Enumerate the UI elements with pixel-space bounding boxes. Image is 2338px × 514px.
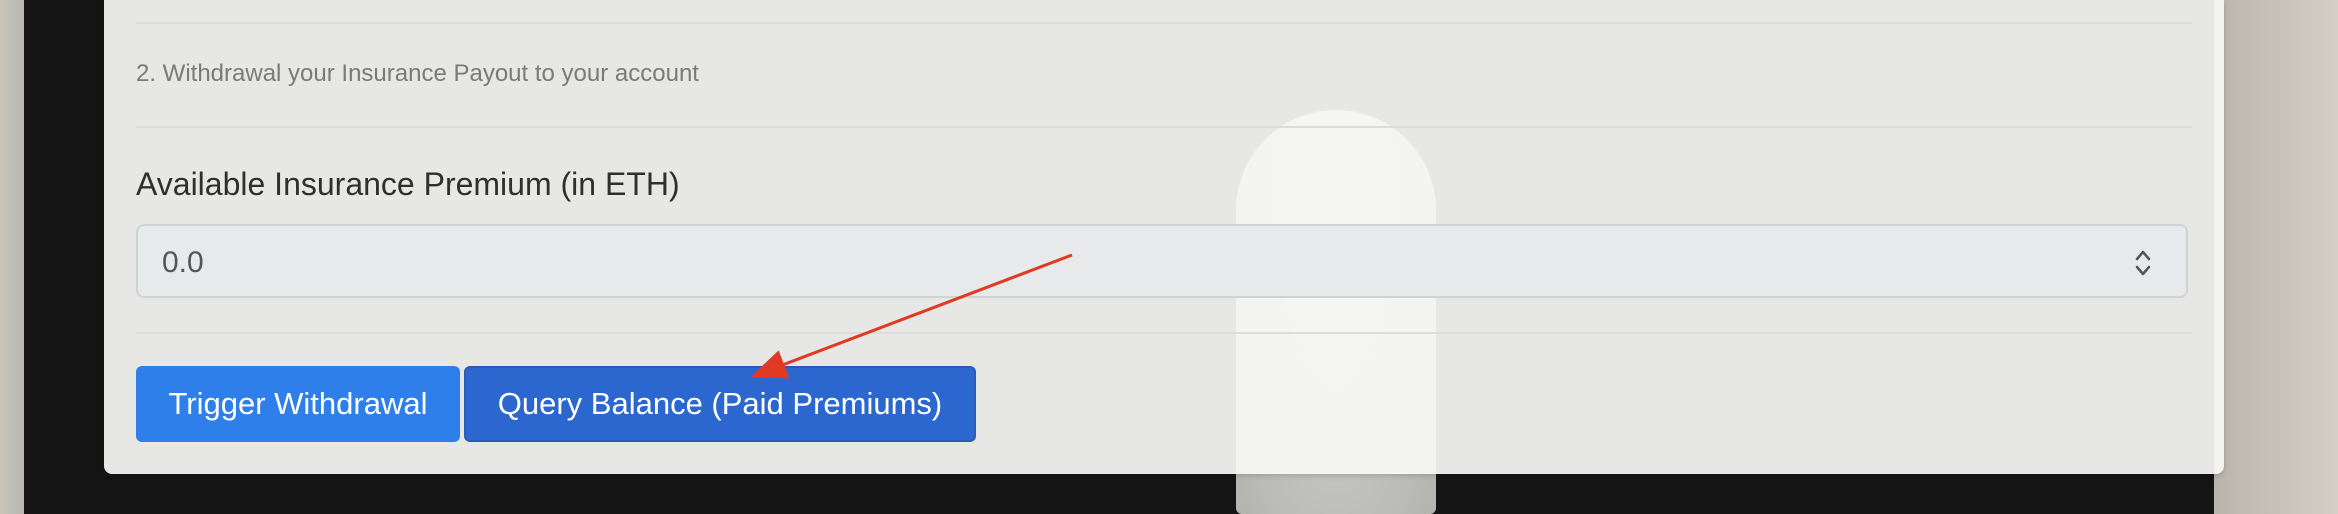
premium-value: 0.0	[162, 246, 204, 279]
divider	[136, 332, 2192, 334]
divider	[136, 22, 2192, 24]
divider	[136, 126, 2192, 128]
trigger-withdrawal-button[interactable]: Trigger Withdrawal	[136, 366, 460, 442]
query-balance-button[interactable]: Query Balance (Paid Premiums)	[464, 366, 976, 442]
premium-label: Available Insurance Premium (in ETH)	[136, 166, 680, 202]
step-instruction: 2. Withdrawal your Insurance Payout to y…	[136, 60, 699, 87]
premium-select[interactable]: 0.0	[136, 224, 2188, 298]
withdrawal-card: 2. Withdrawal your Insurance Payout to y…	[104, 0, 2224, 474]
chevron-up-down-icon	[2135, 250, 2151, 276]
